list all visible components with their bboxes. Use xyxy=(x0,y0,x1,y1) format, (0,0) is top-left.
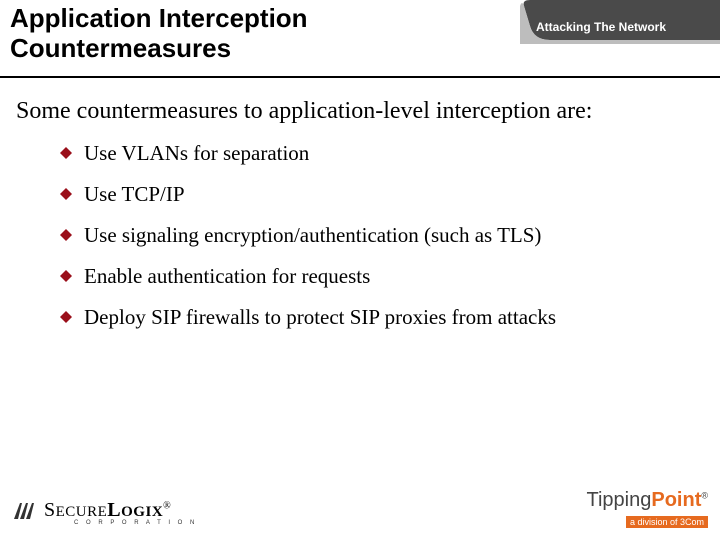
bullet-text: Use signaling encryption/authentication … xyxy=(84,223,541,247)
securelogix-logo: SECURELOGIX® C O R P O R A T I O N xyxy=(12,497,197,528)
securelogix-subtext: C O R P O R A T I O N xyxy=(74,520,197,526)
bullet-list: Use VLANs for separation Use TCP/IP Use … xyxy=(60,141,704,330)
slide-footer: SECURELOGIX® C O R P O R A T I O N Tippi… xyxy=(0,480,720,540)
diamond-bullet-icon xyxy=(60,147,72,159)
tippingpoint-text: TippingPoint® xyxy=(587,489,709,512)
bullet-text: Enable authentication for requests xyxy=(84,264,370,288)
slide: Application Interception Countermeasures… xyxy=(0,0,720,540)
list-item: Use signaling encryption/authentication … xyxy=(60,223,704,248)
tippingpoint-subtext: a division of 3Com xyxy=(626,516,708,528)
securelogix-text: SECURELOGIX® xyxy=(44,499,171,521)
list-item: Enable authentication for requests xyxy=(60,264,704,289)
tp-part2: Point xyxy=(651,489,701,511)
slide-header: Application Interception Countermeasures… xyxy=(0,0,720,78)
tp-part1: Tipping xyxy=(587,489,652,511)
list-item: Use TCP/IP xyxy=(60,182,704,207)
diamond-bullet-icon xyxy=(60,270,72,282)
bullet-text: Use VLANs for separation xyxy=(84,141,309,165)
section-tab: Attacking The Network Net/App Intercepti… xyxy=(520,0,720,44)
intro-text: Some countermeasures to application-leve… xyxy=(16,98,704,125)
list-item: Use VLANs for separation xyxy=(60,141,704,166)
tab-line2: Net/App Interception xyxy=(536,50,654,64)
securelogix-mark-icon xyxy=(12,497,38,528)
diamond-bullet-icon xyxy=(60,229,72,241)
diamond-bullet-icon xyxy=(60,311,72,323)
bullet-text: Use TCP/IP xyxy=(84,182,185,206)
list-item: Deploy SIP firewalls to protect SIP prox… xyxy=(60,305,704,330)
bullet-text: Deploy SIP firewalls to protect SIP prox… xyxy=(84,305,556,329)
section-tab-text: Attacking The Network Net/App Intercepti… xyxy=(536,5,716,65)
tippingpoint-logo: TippingPoint® a division of 3Com xyxy=(587,489,709,530)
tab-line1: Attacking The Network xyxy=(536,20,666,34)
diamond-bullet-icon xyxy=(60,188,72,200)
slide-title: Application Interception Countermeasures xyxy=(10,4,308,64)
slide-body: Some countermeasures to application-leve… xyxy=(16,98,704,346)
